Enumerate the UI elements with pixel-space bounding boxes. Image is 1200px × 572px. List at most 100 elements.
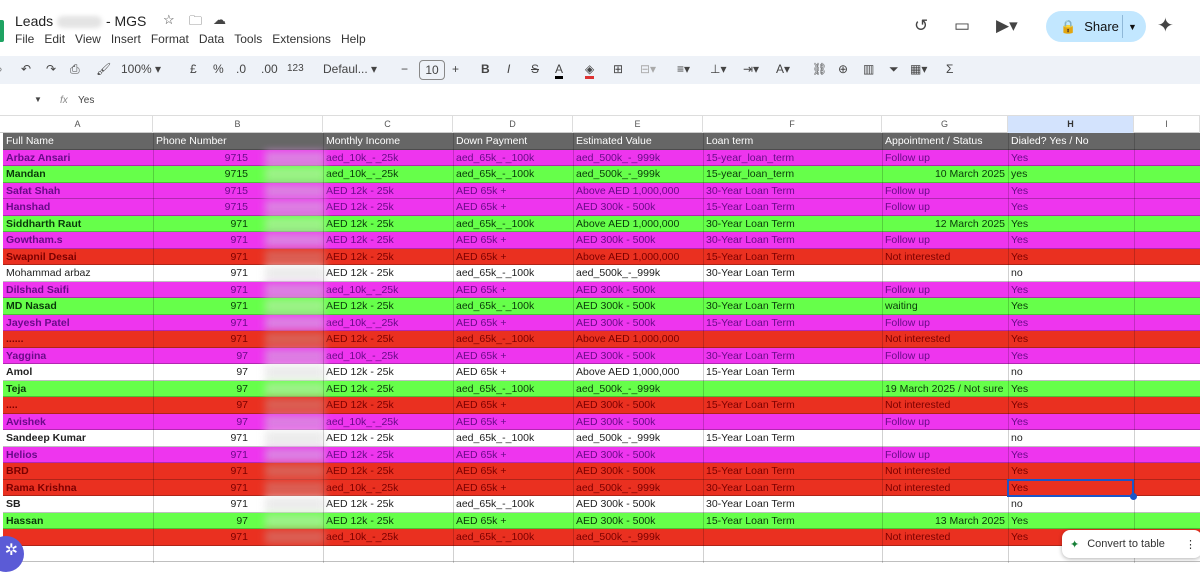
- undo-icon[interactable]: ↶: [21, 62, 31, 76]
- cell-status[interactable]: [882, 265, 1008, 281]
- cell-down[interactable]: AED 65k +: [453, 414, 573, 430]
- increase-decimal-button[interactable]: .00: [261, 62, 278, 76]
- cell-status[interactable]: Follow up: [882, 282, 1008, 298]
- cell-name[interactable]: Hanshad: [3, 199, 153, 215]
- cell-term[interactable]: 30-Year Loan Term: [703, 480, 882, 496]
- italic-button[interactable]: I: [507, 62, 510, 76]
- cell-income[interactable]: AED 12k - 25k: [323, 447, 453, 463]
- cell-status[interactable]: Not interested: [882, 463, 1008, 479]
- cell-name[interactable]: Jayesh Patel: [3, 315, 153, 331]
- cell-down[interactable]: aed_65k_-_100k: [453, 529, 573, 545]
- cell-value[interactable]: AED 300k - 500k: [573, 513, 703, 529]
- cell-term[interactable]: 30-Year Loan Term: [703, 298, 882, 314]
- menu-edit[interactable]: Edit: [44, 32, 65, 46]
- menu-format[interactable]: Format: [151, 32, 189, 46]
- cell-status[interactable]: Not interested: [882, 529, 1008, 545]
- cell-dialed[interactable]: Yes: [1008, 463, 1134, 479]
- selected-cell[interactable]: [1007, 478, 1137, 500]
- column-header-c[interactable]: C: [323, 116, 453, 133]
- cell-down[interactable]: AED 65k +: [453, 480, 573, 496]
- cell-income[interactable]: AED 12k - 25k: [323, 397, 453, 413]
- cell-term[interactable]: 30-Year Loan Term: [703, 496, 882, 512]
- cell-name[interactable]: Mandan: [3, 166, 153, 182]
- cell-name[interactable]: MD Nasad: [3, 298, 153, 314]
- cell-value[interactable]: AED 300k - 500k: [573, 315, 703, 331]
- cell-dialed[interactable]: Yes: [1008, 381, 1134, 397]
- cell-value[interactable]: aed_500k_-_999k: [573, 480, 703, 496]
- menu-help[interactable]: Help: [341, 32, 366, 46]
- cell-dialed[interactable]: no: [1008, 265, 1134, 281]
- cell-term[interactable]: 30-Year Loan Term: [703, 265, 882, 281]
- horizontal-align-icon[interactable]: ≡▾: [677, 62, 690, 76]
- cell-down[interactable]: AED 65k +: [453, 463, 573, 479]
- cloud-status-icon[interactable]: ☁: [213, 12, 226, 28]
- cell-term[interactable]: 15-Year Loan Term: [703, 430, 882, 446]
- cell-dialed[interactable]: no: [1008, 496, 1134, 512]
- cell-down[interactable]: AED 65k +: [453, 397, 573, 413]
- cell-value[interactable]: aed_500k_-_999k: [573, 166, 703, 182]
- text-wrap-icon[interactable]: ⇥▾: [743, 62, 759, 76]
- cell-name[interactable]: Dilshad Saifi: [3, 282, 153, 298]
- header-monthly-income[interactable]: Monthly Income: [323, 133, 453, 149]
- fill-handle[interactable]: [1130, 492, 1137, 500]
- cell-name[interactable]: Safat Shah: [3, 183, 153, 199]
- cell-value[interactable]: Above AED 1,000,000: [573, 331, 703, 347]
- menu-insert[interactable]: Insert: [111, 32, 141, 46]
- cell-term[interactable]: 30-Year Loan Term: [703, 232, 882, 248]
- cell-income[interactable]: aed_10k_-_25k: [323, 166, 453, 182]
- cell-value[interactable]: AED 300k - 500k: [573, 232, 703, 248]
- cell-status[interactable]: Follow up: [882, 348, 1008, 364]
- cell-income[interactable]: AED 12k - 25k: [323, 249, 453, 265]
- filter-icon[interactable]: ⏷: [889, 62, 899, 77]
- cell-down[interactable]: aed_65k_-_100k: [453, 496, 573, 512]
- cell-status[interactable]: Follow up: [882, 183, 1008, 199]
- cell-term[interactable]: [703, 331, 882, 347]
- bold-button[interactable]: B: [481, 62, 490, 76]
- cell-value[interactable]: AED 300k - 500k: [573, 348, 703, 364]
- strikethrough-button[interactable]: S: [531, 62, 539, 76]
- cell-income[interactable]: aed_10k_-_25k: [323, 315, 453, 331]
- cell-term[interactable]: 15-Year Loan Term: [703, 315, 882, 331]
- cell-dialed[interactable]: yes: [1008, 166, 1134, 182]
- share-button[interactable]: 🔒 Share ▼: [1046, 11, 1146, 42]
- cell-income[interactable]: AED 12k - 25k: [323, 381, 453, 397]
- cell-name[interactable]: BRD: [3, 463, 153, 479]
- cell-value[interactable]: Above AED 1,000,000: [573, 249, 703, 265]
- cell-value[interactable]: aed_500k_-_999k: [573, 529, 703, 545]
- cell-value[interactable]: aed_500k_-_999k: [573, 381, 703, 397]
- decrease-decimal-button[interactable]: .0: [236, 62, 246, 76]
- cell-name[interactable]: Rama Krishna: [3, 480, 153, 496]
- cell-term[interactable]: 30-Year Loan Term: [703, 183, 882, 199]
- filter-views-icon[interactable]: ▦▾: [910, 62, 927, 76]
- cell-status[interactable]: Follow up: [882, 414, 1008, 430]
- header-full-name[interactable]: Full Name: [3, 133, 153, 149]
- meet-video-icon[interactable]: ▶▾: [996, 16, 1018, 36]
- cell-income[interactable]: aed_10k_-_25k: [323, 480, 453, 496]
- cell-value[interactable]: Above AED 1,000,000: [573, 364, 703, 380]
- cell-status[interactable]: waiting: [882, 298, 1008, 314]
- cell-term[interactable]: 15-Year Loan Term: [703, 397, 882, 413]
- cell-dialed[interactable]: Yes: [1008, 199, 1134, 215]
- cell-down[interactable]: AED 65k +: [453, 183, 573, 199]
- cell-income[interactable]: AED 12k - 25k: [323, 232, 453, 248]
- version-history-icon[interactable]: ↺: [914, 16, 928, 36]
- cell-income[interactable]: AED 12k - 25k: [323, 496, 453, 512]
- header-phone-number[interactable]: Phone Number: [153, 133, 323, 149]
- cell-dialed[interactable]: Yes: [1008, 513, 1134, 529]
- cell-down[interactable]: AED 65k +: [453, 282, 573, 298]
- cell-dialed[interactable]: Yes: [1008, 232, 1134, 248]
- share-dropdown-icon[interactable]: ▼: [1128, 22, 1137, 32]
- cell-status[interactable]: 13 March 2025: [882, 513, 1008, 529]
- cell-status[interactable]: Follow up: [882, 315, 1008, 331]
- cell-term[interactable]: 15-year_loan_term: [703, 150, 882, 166]
- gemini-sparkle-icon[interactable]: ✦: [1157, 13, 1174, 38]
- cell-down[interactable]: aed_65k_-_100k: [453, 166, 573, 182]
- cell-term[interactable]: [703, 447, 882, 463]
- cell-dialed[interactable]: no: [1008, 364, 1134, 380]
- cell-status[interactable]: 12 March 2025: [882, 216, 1008, 232]
- cell-value[interactable]: AED 300k - 500k: [573, 199, 703, 215]
- header-estimated-value[interactable]: Estimated Value: [573, 133, 703, 149]
- column-header-h[interactable]: H: [1008, 116, 1134, 133]
- cell-term[interactable]: 15-Year Loan Term: [703, 513, 882, 529]
- functions-icon[interactable]: Σ: [946, 62, 953, 76]
